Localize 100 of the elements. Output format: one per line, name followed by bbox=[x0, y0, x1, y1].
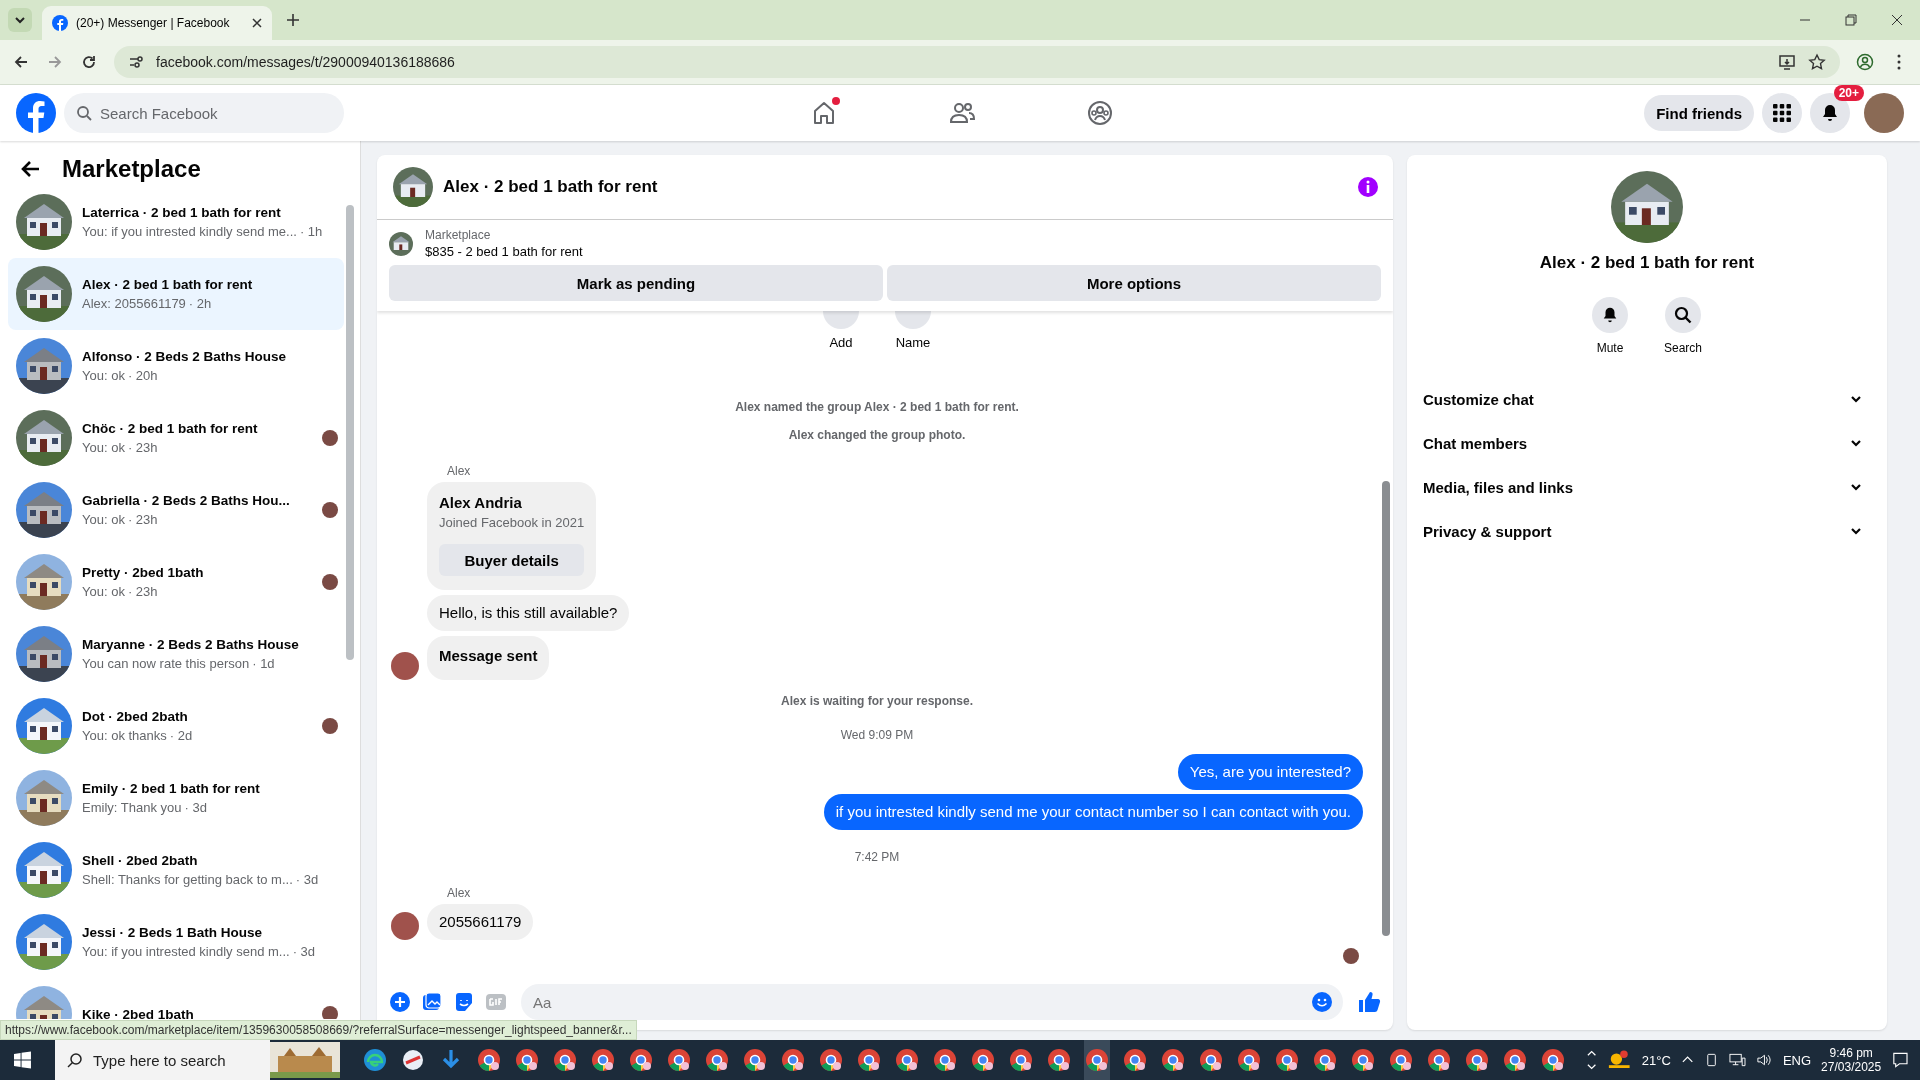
message-preview: You can now rate this person bbox=[82, 656, 250, 671]
thumbs-up-icon[interactable] bbox=[1357, 990, 1381, 1014]
message-time: · 3d bbox=[184, 800, 207, 815]
conversation-name: Gabriella · 2 Beds 2 Baths Hou... bbox=[82, 493, 291, 508]
star-icon[interactable] bbox=[1808, 53, 1826, 71]
message-time: · 23h bbox=[127, 512, 158, 527]
conversation-item[interactable]: Alex · 2 bed 1 bath for rent Alex: 2055661179 · 2h bbox=[8, 258, 344, 330]
conversation-name: Alex · 2 bed 1 bath for rent bbox=[82, 277, 254, 292]
mute-button[interactable] bbox=[1592, 297, 1628, 333]
message-time: · 3d bbox=[292, 944, 316, 959]
photo-icon[interactable] bbox=[421, 991, 443, 1013]
input-language[interactable]: ENG bbox=[1782, 1052, 1812, 1068]
conversation-item[interactable]: Jessi · 2 Beds 1 Bath House You: if you intrested kindly send m... · 3d bbox=[8, 906, 344, 978]
conversation-item[interactable]: Gabriella · 2 Beds 2 Baths Hou... You: ok · 23h bbox=[8, 474, 344, 546]
avatar[interactable] bbox=[391, 912, 419, 940]
install-icon[interactable] bbox=[1778, 53, 1796, 71]
listing-title[interactable]: $835 - 2 bed 1 bath for rent bbox=[425, 244, 583, 259]
search-field[interactable]: Search Facebook bbox=[64, 93, 344, 133]
message-bubble: if you intrested kindly send me your contact number so I can contact with you. bbox=[823, 794, 1363, 830]
conversation-name: Maryanne · 2 Beds 2 Baths House bbox=[82, 637, 300, 652]
temperature[interactable]: 21°C bbox=[1641, 1052, 1671, 1068]
profile-subtitle: Joined Facebook in 2021 bbox=[439, 515, 585, 530]
close-icon[interactable] bbox=[252, 18, 262, 28]
browser-tab[interactable]: (20+) Messenger | Facebook bbox=[42, 6, 272, 40]
conversation-name: Alfonso · 2 Beds 2 Baths House bbox=[82, 349, 288, 364]
timestamp: Wed 9:09 PM bbox=[840, 728, 914, 742]
conversation-item[interactable]: Laterrica · 2 bed 1 bath for rent You: if you intrested kindly send me... · 1h bbox=[8, 186, 344, 258]
chrome-icon[interactable] bbox=[1083, 1040, 1110, 1080]
conversation-name: Jessi · 2 Beds 1 Bath House bbox=[82, 925, 264, 940]
avatar[interactable] bbox=[391, 652, 419, 680]
section-header[interactable]: Customize chat bbox=[1423, 377, 1871, 421]
buyer-details-button[interactable]: Buyer details bbox=[439, 544, 585, 576]
conversation-item[interactable]: Pretty · 2bed 1bath You: ok · 23h bbox=[8, 546, 344, 618]
message-input[interactable]: Aa bbox=[521, 984, 1343, 1020]
bell-icon bbox=[1820, 103, 1840, 123]
tab-list-button[interactable] bbox=[8, 8, 32, 32]
section-header[interactable]: Privacy & support bbox=[1423, 509, 1871, 553]
message-preview: You: ok thanks bbox=[82, 728, 167, 743]
plus-icon[interactable] bbox=[389, 991, 411, 1013]
message-bubble: Message sent bbox=[427, 636, 550, 680]
action-label: Name bbox=[895, 335, 931, 350]
section-header[interactable]: Media, files and links bbox=[1423, 465, 1871, 509]
event-text: Alex named the group Alex · 2 bed 1 bath for rent. bbox=[735, 400, 1019, 414]
message-preview: You: ok bbox=[82, 368, 125, 383]
timestamp: 7:42 PM bbox=[854, 850, 900, 864]
section-header[interactable]: Chat members bbox=[1423, 421, 1871, 465]
conversation-item[interactable]: Shell · 2bed 2bath Shell: Thanks for getting back to m... · 3d bbox=[8, 834, 344, 906]
message-time: · 23h bbox=[127, 440, 158, 455]
taskbar-search-field[interactable]: Type here to search bbox=[54, 1040, 270, 1080]
listing-action-button[interactable]: Mark as pending bbox=[389, 265, 883, 301]
conversation-name: Pretty · 2bed 1bath bbox=[82, 565, 205, 580]
reload-icon[interactable] bbox=[80, 53, 98, 71]
address-bar[interactable]: facebook.com/messages/t/29000940136188686 bbox=[114, 46, 1840, 78]
account-avatar[interactable] bbox=[1864, 93, 1904, 133]
search-icon bbox=[66, 1052, 83, 1068]
conversation-item[interactable]: Chöc · 2 bed 1 bath for rent You: ok · 23h bbox=[8, 402, 344, 474]
message-preview: Emily: Thank you bbox=[82, 800, 182, 815]
notification-center-icon[interactable] bbox=[1891, 1050, 1910, 1070]
sticker-icon[interactable] bbox=[453, 991, 475, 1013]
clock-time[interactable]: 9:46 pm bbox=[1829, 1046, 1873, 1060]
facebook-logo-icon[interactable] bbox=[16, 93, 56, 133]
weather-icon[interactable] bbox=[1607, 1049, 1632, 1071]
message-time: · 3d bbox=[295, 872, 319, 887]
message-time: · 2h bbox=[188, 296, 212, 311]
new-tab-icon[interactable] bbox=[286, 13, 300, 27]
action-label: Search bbox=[1664, 341, 1702, 355]
windows-start-icon[interactable] bbox=[14, 1051, 31, 1069]
search-button[interactable] bbox=[1665, 297, 1701, 333]
chat-title: Alex · 2 bed 1 bath for rent bbox=[1539, 253, 1755, 273]
message-preview: Shell: Thanks for getting back to m... bbox=[82, 872, 293, 887]
info-icon[interactable] bbox=[1357, 176, 1379, 198]
message-time: · 1d bbox=[252, 656, 275, 671]
clock-date[interactable]: 27/03/2025 bbox=[1821, 1060, 1882, 1074]
action-label: Mute bbox=[1596, 341, 1624, 355]
network-icon[interactable] bbox=[1729, 1052, 1746, 1068]
grid-icon bbox=[1772, 103, 1792, 123]
conversation-item[interactable]: Emily · 2 bed 1 bath for rent Emily: Thank you · 3d bbox=[8, 762, 344, 834]
status-bar-url: https://www.facebook.com/marketplace/item/1359630058508669/?referralSurface=messenger_lightspeed_banner&r... bbox=[0, 1020, 637, 1040]
find-friends-button[interactable]: Find friends bbox=[1644, 95, 1754, 131]
conversation-name: Chöc · 2 bed 1 bath for rent bbox=[82, 421, 259, 436]
chat-title: Alex · 2 bed 1 bath for rent bbox=[443, 177, 658, 197]
profile-icon[interactable] bbox=[1856, 53, 1874, 71]
menu-button[interactable] bbox=[1762, 93, 1802, 133]
message-time: · 1h bbox=[299, 224, 323, 239]
event-text: Alex is waiting for your response. bbox=[780, 694, 973, 708]
action-label: Add bbox=[829, 335, 853, 350]
emoji-icon[interactable] bbox=[1311, 991, 1333, 1013]
bell-icon bbox=[1601, 306, 1619, 324]
message-preview: You: ok bbox=[82, 512, 125, 527]
scrollbar[interactable] bbox=[346, 205, 354, 660]
message-bubble: Hello, is this still available? bbox=[427, 595, 630, 631]
sidebar-title: Marketplace bbox=[62, 155, 201, 183]
event-text: Alex changed the group photo. bbox=[788, 428, 966, 442]
site-settings-icon[interactable] bbox=[128, 54, 144, 70]
conversation-item[interactable]: Maryanne · 2 Beds 2 Baths House You can now rate this person · 1d bbox=[8, 618, 344, 690]
conversation-name: Laterrica · 2 bed 1 bath for rent bbox=[82, 205, 282, 220]
listing-action-button[interactable]: More options bbox=[887, 265, 1381, 301]
conversation-item[interactable]: Alfonso · 2 Beds 2 Baths House You: ok · 20h bbox=[8, 330, 344, 402]
volume-icon[interactable] bbox=[1756, 1052, 1773, 1068]
conversation-item[interactable]: Dot · 2bed 2bath You: ok thanks · 2d bbox=[8, 690, 344, 762]
